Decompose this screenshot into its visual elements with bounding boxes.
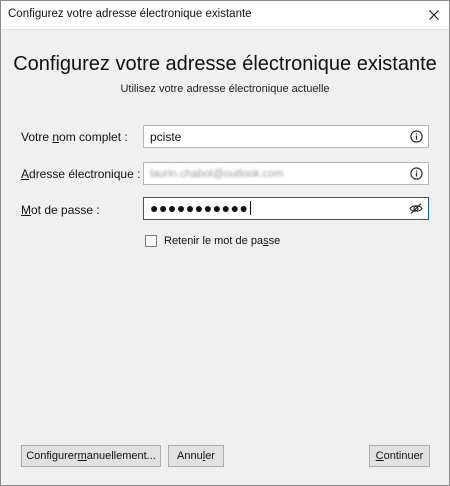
page-subtitle: Utilisez votre adresse électronique actu… [120, 83, 330, 95]
info-icon[interactable] [410, 130, 423, 143]
close-button[interactable] [419, 1, 449, 29]
window-title: Configurez votre adresse électronique ex… [8, 8, 252, 20]
manual-config-button[interactable]: Configurer m anuellement... [21, 445, 161, 467]
text-caret [249, 201, 251, 215]
password-value: ●●●●●●●●●●● [150, 200, 251, 216]
password-label: Mot de passe : [21, 203, 100, 217]
name-field[interactable]: pciste [143, 125, 429, 148]
remember-password-checkbox[interactable] [145, 235, 157, 247]
email-label: Adresse électronique : [21, 167, 141, 181]
remember-password-label[interactable]: Retenir le mot de passe [164, 235, 280, 247]
title-bar: Configurez votre adresse électronique ex… [1, 1, 449, 30]
remember-password-row[interactable]: Retenir le mot de passe [145, 233, 280, 249]
continue-button[interactable]: Continuer [369, 445, 430, 467]
password-field[interactable]: ●●●●●●●●●●● [143, 197, 429, 220]
info-icon[interactable] [410, 167, 423, 180]
page-title: Configurez votre adresse électronique ex… [13, 53, 437, 75]
close-icon [429, 10, 439, 20]
name-value: pciste [150, 130, 182, 144]
email-field[interactable]: laurin.chabot@outlook.com [143, 162, 429, 185]
eye-slash-icon[interactable] [409, 202, 423, 215]
dialog-window: Configurez votre adresse électronique ex… [0, 0, 450, 486]
email-value: laurin.chabot@outlook.com [150, 168, 284, 180]
cancel-button[interactable]: Annu l er [168, 445, 224, 467]
name-label: Votre nom complet : [21, 130, 128, 144]
